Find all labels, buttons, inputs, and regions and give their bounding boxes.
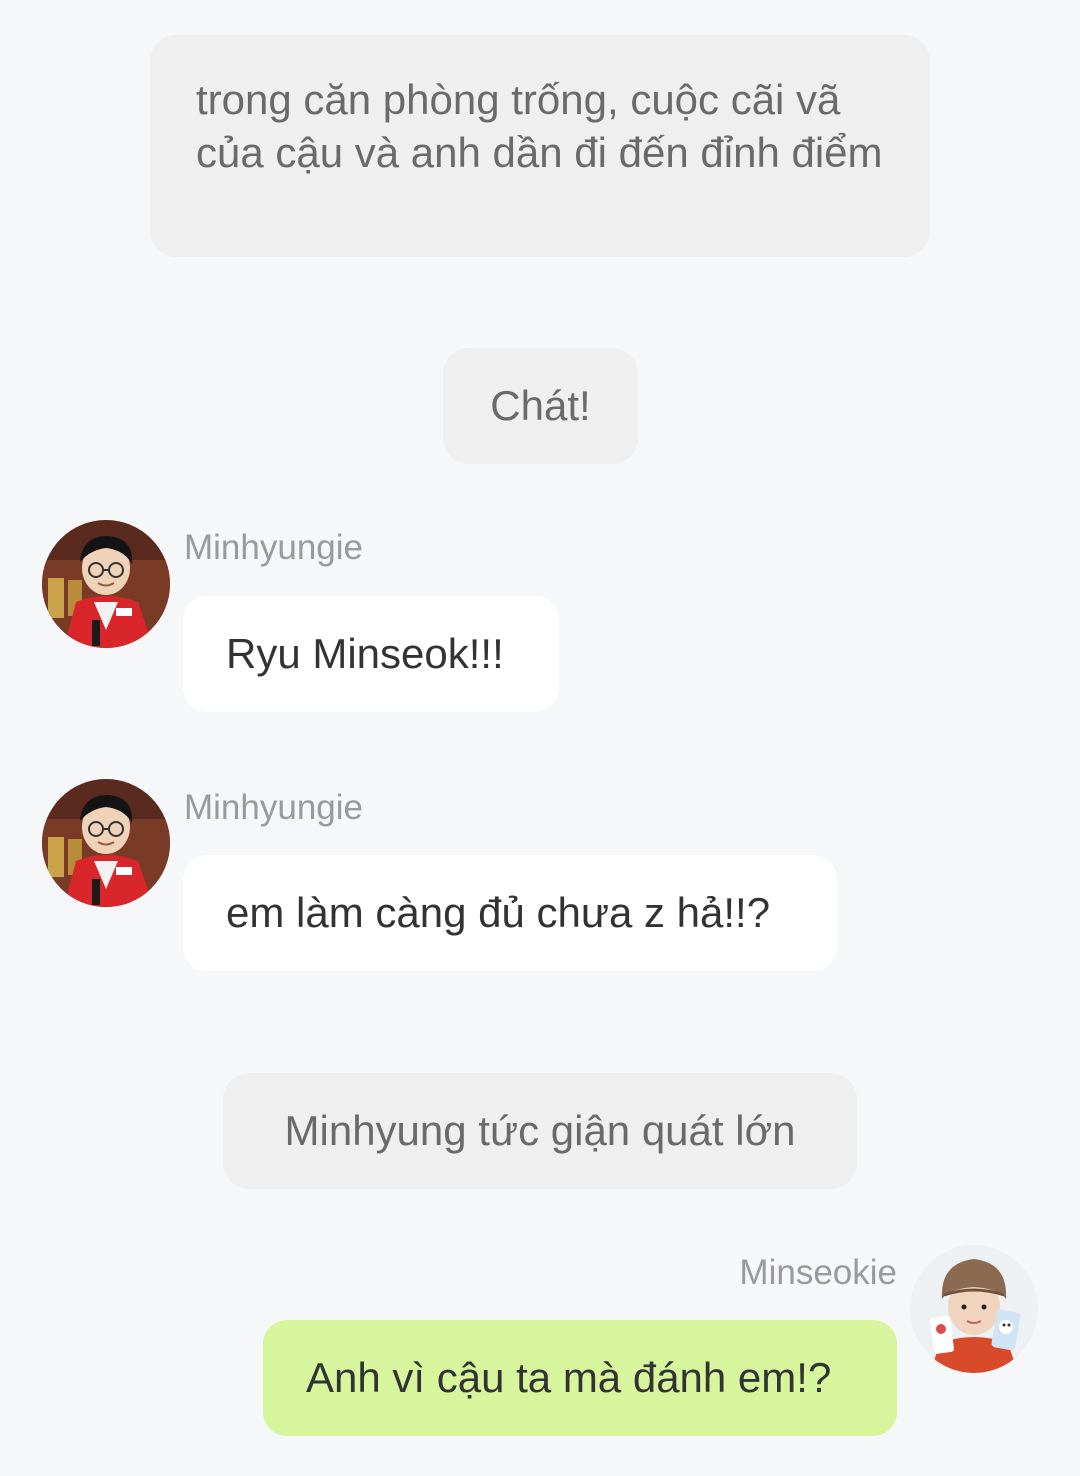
- avatar-image: [42, 520, 170, 648]
- narration-text: Chát!: [490, 382, 591, 429]
- message-bubble[interactable]: em làm càng đủ chưa z hả!!?: [183, 855, 837, 971]
- narration-bubble: trong căn phòng trống, cuộc cãi vã của c…: [150, 35, 930, 257]
- avatar-minseokie[interactable]: [910, 1245, 1038, 1373]
- avatar-minhyungie[interactable]: [42, 520, 170, 648]
- message-text: Ryu Minseok!!!: [226, 630, 504, 677]
- narration-text: trong căn phòng trống, cuộc cãi vã của c…: [196, 76, 883, 176]
- avatar-image: [910, 1245, 1038, 1373]
- narration-bubble: Chát!: [443, 348, 638, 464]
- message-text: em làm càng đủ chưa z hả!!?: [226, 889, 771, 936]
- avatar-minhyungie[interactable]: [42, 779, 170, 907]
- message-bubble[interactable]: Anh vì cậu ta mà đánh em!?: [263, 1320, 897, 1436]
- message-bubble[interactable]: Ryu Minseok!!!: [183, 596, 559, 712]
- avatar-image: [42, 779, 170, 907]
- message-text: Anh vì cậu ta mà đánh em!?: [306, 1354, 832, 1401]
- narration-bubble: Minhyung tức giận quát lớn: [223, 1073, 857, 1189]
- sender-name: Minseokie: [739, 1253, 897, 1292]
- sender-name: Minhyungie: [184, 788, 363, 827]
- narration-text: Minhyung tức giận quát lớn: [284, 1107, 796, 1154]
- chat-thread: trong căn phòng trống, cuộc cãi vã của c…: [0, 0, 1080, 1476]
- sender-name: Minhyungie: [184, 528, 363, 567]
